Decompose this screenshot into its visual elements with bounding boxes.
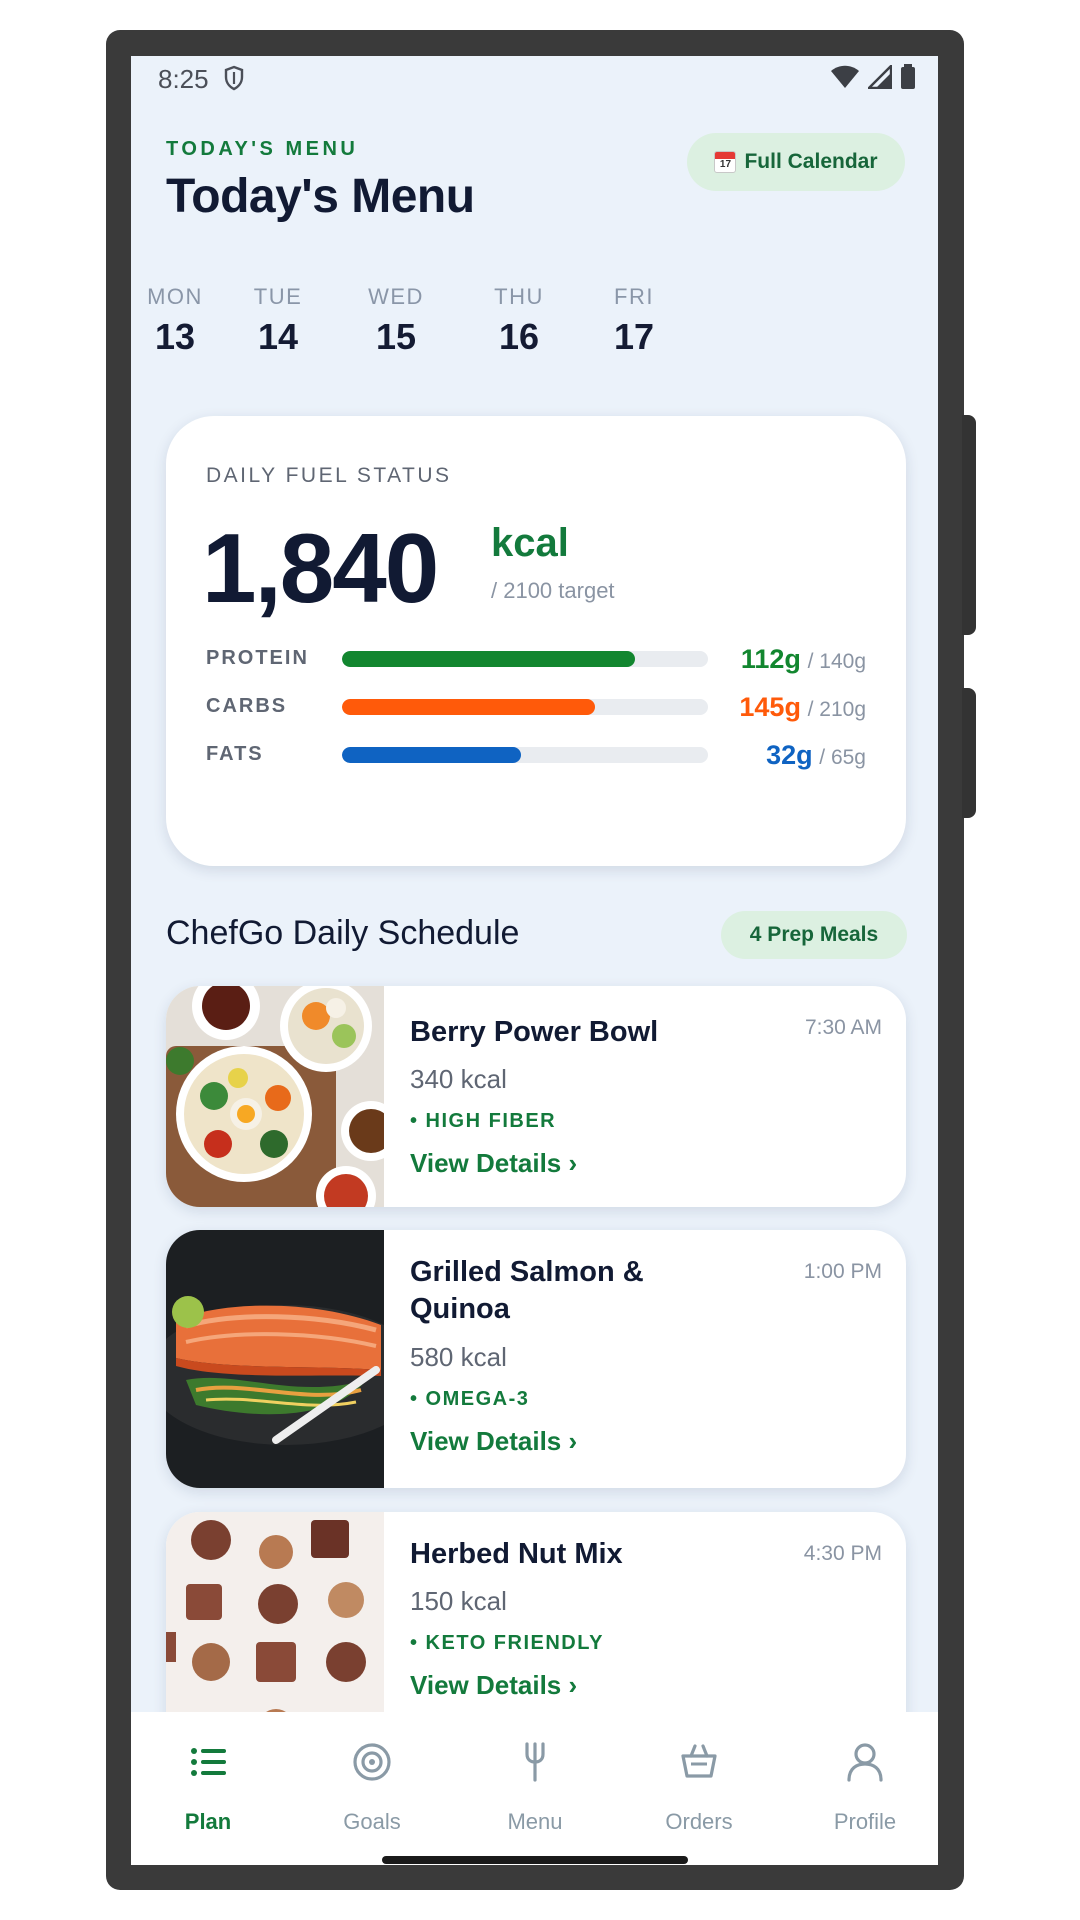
day-thu[interactable]: THU 16 — [474, 284, 564, 358]
day-mon[interactable]: MON 13 — [131, 284, 220, 358]
kcal-total: 1,840 — [202, 513, 439, 623]
nav-orders[interactable]: Orders — [629, 1712, 769, 1834]
macro-value: 112g / 140g — [740, 644, 866, 674]
progress-track — [342, 699, 708, 715]
macro-value: 32g / 65g — [766, 740, 866, 770]
meal-image-bibimbap — [166, 986, 384, 1207]
battery-icon — [901, 64, 915, 89]
kcal-target: / 2100 target — [491, 578, 615, 603]
nav-menu[interactable]: Menu — [465, 1712, 605, 1834]
meal-kcal: 580 kcal — [410, 1342, 507, 1372]
nav-plan[interactable]: Plan — [138, 1712, 278, 1834]
day-wed[interactable]: WED 15 — [351, 284, 441, 358]
full-calendar-button[interactable]: 17 Full Calendar — [687, 133, 905, 191]
progress-fill — [342, 651, 635, 667]
meal-card[interactable]: Berry Power Bowl 7:30 AM 340 kcal • HIGH… — [166, 986, 906, 1207]
target-icon — [353, 1743, 391, 1781]
meal-name: Grilled Salmon & Quinoa — [410, 1256, 644, 1325]
meal-tag: • KETO FRIENDLY — [410, 1632, 604, 1654]
meal-time: 7:30 AM — [804, 1016, 882, 1039]
signal-icon — [868, 65, 892, 89]
progress-track — [342, 651, 708, 667]
meal-card[interactable]: Grilled Salmon & Quinoa 1:00 PM 580 kcal… — [166, 1230, 906, 1488]
section-eyebrow: TODAY'S MENU — [166, 138, 359, 160]
calendar-icon: 17 — [714, 151, 737, 173]
nav-profile[interactable]: Profile — [795, 1712, 935, 1834]
volume-button — [962, 415, 976, 635]
page-title: Today's Menu — [166, 170, 475, 223]
home-indicator[interactable] — [382, 1856, 688, 1864]
meal-kcal: 150 kcal — [410, 1586, 507, 1616]
fork-icon — [525, 1742, 545, 1782]
macro-value: 145g / 210g — [739, 692, 866, 722]
view-details-link[interactable]: View Details › — [410, 1148, 577, 1179]
schedule-title: ChefGo Daily Schedule — [166, 914, 520, 952]
day-fri[interactable]: FRI 17 — [589, 284, 679, 358]
list-icon — [191, 1748, 226, 1776]
progress-track — [342, 747, 708, 763]
status-bar: 8:25 — [131, 56, 938, 98]
nav-goals[interactable]: Goals — [302, 1712, 442, 1834]
macro-fats: FATS 32g / 65g — [206, 740, 866, 770]
fuel-status-label: DAILY FUEL STATUS — [206, 464, 452, 487]
status-time: 8:25 — [158, 64, 209, 94]
prep-meals-badge: 4 Prep Meals — [721, 911, 907, 959]
macro-carbs: CARBS 145g / 210g — [206, 692, 866, 722]
basket-icon — [681, 1744, 717, 1778]
macro-protein: PROTEIN 112g / 140g — [206, 644, 866, 674]
meal-time: 1:00 PM — [803, 1260, 882, 1283]
full-calendar-label: Full Calendar — [744, 150, 878, 173]
macro-label: PROTEIN — [206, 647, 309, 669]
progress-fill — [342, 747, 522, 763]
meal-tag: • OMEGA-3 — [410, 1388, 530, 1410]
bottom-navigation: Plan Goals Menu Orders Profile — [131, 1712, 938, 1865]
person-icon — [847, 1743, 883, 1782]
daily-fuel-card: DAILY FUEL STATUS 1,840 kcal / 2100 targ… — [166, 416, 906, 866]
macro-label: CARBS — [206, 695, 288, 717]
kcal-unit: kcal — [491, 521, 569, 565]
screen: 8:25 TODAY'S MENU Today's Menu 17 Full C… — [131, 56, 938, 1865]
meal-time: 4:30 PM — [803, 1542, 882, 1565]
view-details-link[interactable]: View Details › — [410, 1426, 577, 1457]
meal-image-salmon — [166, 1230, 384, 1488]
progress-fill — [342, 699, 595, 715]
day-selector: MON 13 TUE 14 WED 15 THU 16 FRI 17 — [131, 284, 938, 364]
shield-icon — [224, 65, 244, 91]
macro-label: FATS — [206, 743, 264, 765]
power-button — [962, 688, 976, 818]
meal-kcal: 340 kcal — [410, 1064, 507, 1094]
meal-name: Berry Power Bowl — [410, 1016, 659, 1048]
wifi-icon — [831, 65, 859, 88]
view-details-link[interactable]: View Details › — [410, 1670, 577, 1701]
meal-name: Herbed Nut Mix — [410, 1538, 623, 1570]
meal-tag: • HIGH FIBER — [410, 1110, 557, 1132]
day-tue[interactable]: TUE 14 — [233, 284, 323, 358]
